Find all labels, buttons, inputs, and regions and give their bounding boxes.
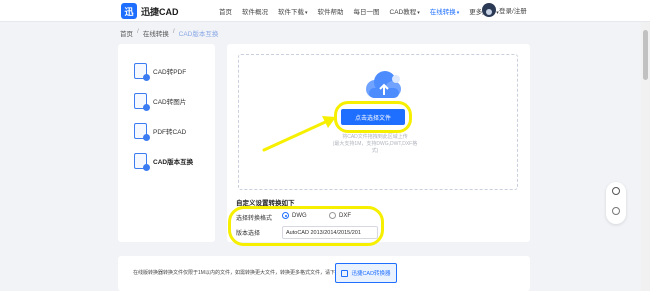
logo-text: 迅捷CAD — [141, 6, 179, 17]
chat-icon[interactable] — [612, 187, 620, 195]
nav-item[interactable]: 软件概况 — [242, 6, 268, 16]
logo[interactable]: 迅 迅捷CAD — [121, 3, 179, 19]
nav-item[interactable]: 首页 — [219, 6, 232, 16]
nav-item-label: 每日一图 — [353, 9, 380, 16]
sidebar-item-label: PDF转CAD — [153, 129, 187, 136]
breadcrumb-current: CAD版本互换 — [178, 31, 219, 38]
sidebar-item-cad-to-image[interactable]: CAD转图片 — [134, 90, 186, 112]
sidebar-item-cad-version-convert[interactable]: CAD版本互换 — [134, 150, 193, 172]
breadcrumb: 首页 / 在线转换 / CAD版本互换 — [120, 28, 218, 38]
nav-item[interactable]: 在线转换▾ — [430, 6, 460, 16]
app-icon — [341, 269, 349, 277]
pdf-to-cad-icon — [134, 123, 150, 141]
chevron-down-icon: ▾ — [305, 10, 308, 16]
breadcrumb-separator: / — [172, 28, 175, 35]
chevron-down-icon: ▾ — [417, 10, 420, 16]
cad-to-image-icon — [134, 93, 150, 111]
highlight-annotation — [334, 101, 412, 133]
top-header: 迅 迅捷CAD 首页软件概况软件下载▾软件帮助每日一图CAD教程▾在线转换▾更多… — [0, 0, 650, 22]
nav-item-label: 首页 — [219, 9, 232, 16]
sidebar-item-label: CAD版本互换 — [153, 159, 194, 166]
hint-line: 式) — [371, 148, 379, 154]
upload-hint: 将CAD文件拖拽到此区域上传 (最大支持1M，支持DWG,DWT,DXF格 式) — [300, 134, 450, 155]
breadcrumb-section[interactable]: 在线转换 — [143, 28, 169, 38]
nav-item-label: 在线转换 — [429, 9, 456, 16]
hint-line: (最大支持1M，支持DWG,DWT,DXF格 — [332, 141, 418, 147]
chevron-down-icon: ▾ — [456, 10, 460, 16]
breadcrumb-home[interactable]: 首页 — [120, 28, 133, 38]
nav-item[interactable]: 每日一图 — [354, 6, 380, 16]
user-area[interactable]: 登录/注册 — [482, 3, 527, 17]
nav-item-label: 软件概况 — [242, 9, 268, 16]
hint-line: 将CAD文件拖拽到此区域上传 — [342, 134, 408, 140]
nav-item[interactable]: 软件帮助 — [318, 6, 344, 16]
login-link[interactable]: 登录/注册 — [499, 5, 527, 15]
highlight-annotation — [228, 206, 384, 246]
cloud-upload-icon — [366, 71, 401, 98]
avatar-icon[interactable] — [482, 3, 496, 17]
download-converter-button[interactable]: 迅捷CAD转换器 — [335, 263, 397, 283]
nav-item[interactable]: CAD教程▾ — [390, 6, 420, 16]
breadcrumb-separator: / — [137, 28, 139, 35]
sidebar-item-label: CAD转PDF — [153, 69, 187, 76]
logo-icon: 迅 — [121, 3, 137, 19]
bottom-notice: 在线版转换器转换文件仅限于1M以内的文件，如需转换更大文件，转换更多格式文件，请… — [133, 270, 340, 276]
nav-item[interactable]: 软件下载▾ — [278, 6, 308, 16]
download-converter-label: 迅捷CAD转换器 — [351, 271, 391, 277]
sidebar-item-pdf-to-cad[interactable]: PDF转CAD — [134, 120, 186, 142]
main-nav: 首页软件概况软件下载▾软件帮助每日一图CAD教程▾在线转换▾更多服务▾ — [219, 0, 499, 22]
sidebar-item-cad-to-pdf[interactable]: CAD转PDF — [134, 60, 186, 82]
download-icon[interactable] — [612, 207, 620, 215]
cad-version-convert-icon — [134, 153, 150, 171]
scrollbar-thumb[interactable] — [643, 30, 648, 80]
cad-to-pdf-icon — [134, 63, 150, 81]
nav-item-label: CAD教程 — [389, 9, 417, 16]
sidebar-item-label: CAD转图片 — [153, 99, 187, 106]
nav-item-label: 软件帮助 — [317, 9, 344, 16]
nav-item-label: 软件下载 — [278, 9, 304, 16]
